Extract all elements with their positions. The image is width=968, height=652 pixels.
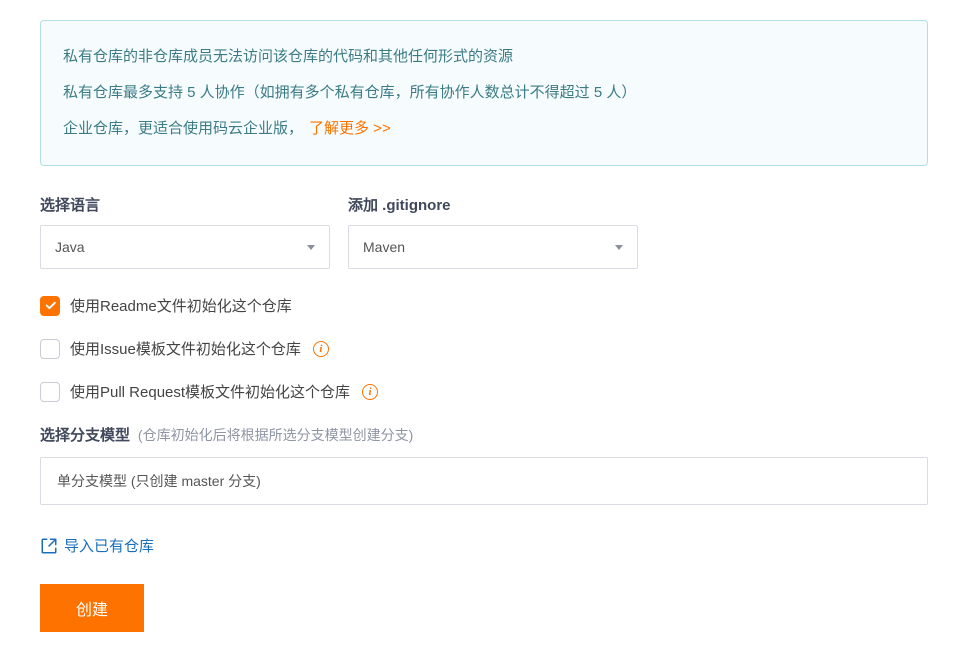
- info-icon[interactable]: i: [313, 341, 329, 357]
- create-button[interactable]: 创建: [40, 584, 144, 632]
- info-line-1: 私有仓库的非仓库成员无法访问该仓库的代码和其他任何形式的资源: [63, 39, 905, 75]
- info-line-2: 私有仓库最多支持 5 人协作（如拥有多个私有仓库，所有协作人数总计不得超过 5 …: [63, 75, 905, 111]
- pr-checkbox-row: 使用Pull Request模板文件初始化这个仓库 i: [40, 381, 928, 402]
- lang-gitignore-row: 选择语言 Java 添加 .gitignore Maven: [40, 194, 928, 269]
- gitignore-field: 添加 .gitignore Maven: [348, 194, 638, 269]
- branch-model-section: 选择分支模型 (仓库初始化后将根据所选分支模型创建分支) 单分支模型 (只创建 …: [40, 424, 928, 505]
- info-icon[interactable]: i: [362, 384, 378, 400]
- learn-more-link[interactable]: 了解更多 >>: [309, 120, 391, 137]
- check-icon: [44, 299, 57, 312]
- issue-checkbox-label: 使用Issue模板文件初始化这个仓库: [70, 338, 301, 359]
- branch-hint: (仓库初始化后将根据所选分支模型创建分支): [138, 427, 413, 443]
- branch-heading: 选择分支模型 (仓库初始化后将根据所选分支模型创建分支): [40, 424, 928, 445]
- import-icon: [40, 537, 58, 555]
- language-label: 选择语言: [40, 194, 330, 215]
- branch-select[interactable]: 单分支模型 (只创建 master 分支): [40, 457, 928, 505]
- gitignore-value: Maven: [363, 239, 405, 255]
- readme-checkbox-row: 使用Readme文件初始化这个仓库: [40, 295, 928, 316]
- branch-label: 选择分支模型: [40, 427, 130, 444]
- readme-checkbox-label: 使用Readme文件初始化这个仓库: [70, 295, 292, 316]
- language-field: 选择语言 Java: [40, 194, 330, 269]
- language-select[interactable]: Java: [40, 225, 330, 269]
- pr-checkbox-label: 使用Pull Request模板文件初始化这个仓库: [70, 381, 350, 402]
- import-link-label: 导入已有仓库: [64, 535, 154, 556]
- gitignore-label: 添加 .gitignore: [348, 194, 638, 215]
- readme-checkbox[interactable]: [40, 296, 60, 316]
- info-line-3: 企业仓库，更适合使用码云企业版，了解更多 >>: [63, 111, 905, 147]
- pr-checkbox[interactable]: [40, 382, 60, 402]
- branch-value: 单分支模型 (只创建 master 分支): [57, 471, 261, 491]
- import-repo-link[interactable]: 导入已有仓库: [40, 535, 154, 556]
- caret-down-icon: [307, 245, 315, 250]
- issue-checkbox[interactable]: [40, 339, 60, 359]
- caret-down-icon: [615, 245, 623, 250]
- private-repo-info-box: 私有仓库的非仓库成员无法访问该仓库的代码和其他任何形式的资源 私有仓库最多支持 …: [40, 20, 928, 166]
- gitignore-select[interactable]: Maven: [348, 225, 638, 269]
- issue-checkbox-row: 使用Issue模板文件初始化这个仓库 i: [40, 338, 928, 359]
- language-value: Java: [55, 239, 85, 255]
